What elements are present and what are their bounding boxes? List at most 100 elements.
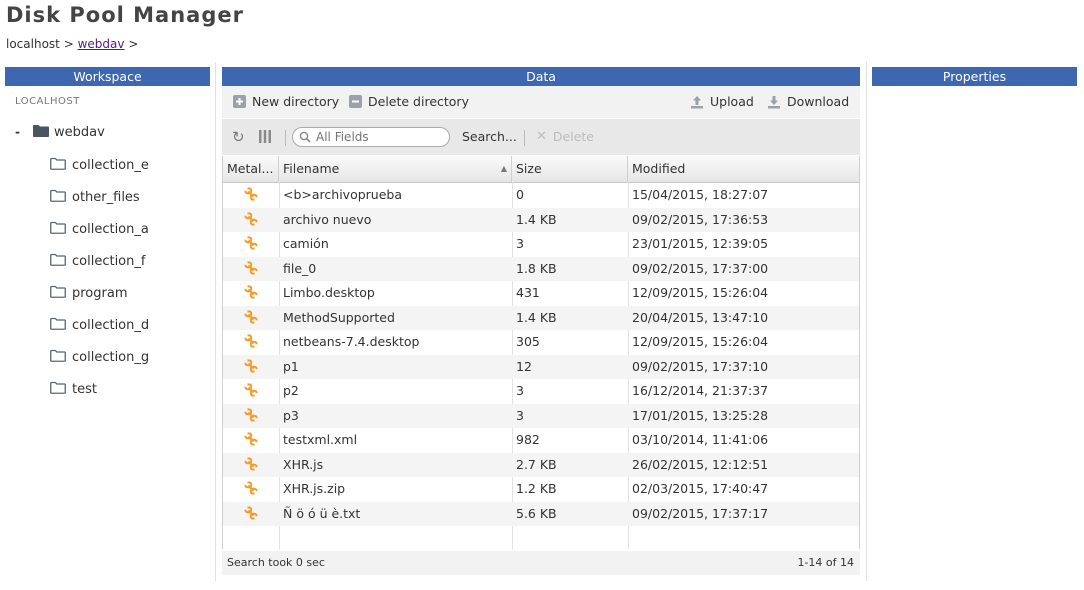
folder-outline-icon <box>50 381 66 397</box>
metadata-cell[interactable] <box>223 330 279 355</box>
table-row[interactable]: archivo nuevo 1.4 KB 09/02/2015, 17:36:53 <box>223 207 859 233</box>
size-cell: 982 <box>516 432 540 447</box>
tree-item-label: collection_a <box>72 221 149 237</box>
table-row[interactable]: camión 3 23/01/2015, 12:39:05 <box>223 232 859 257</box>
table-row[interactable]: p2 3 16/12/2014, 21:37:37 <box>223 379 859 404</box>
search-time-status: Search took 0 sec <box>227 556 325 569</box>
metadata-cell[interactable] <box>223 453 279 478</box>
upload-button[interactable]: Upload <box>690 94 754 109</box>
filename-cell: p3 <box>283 407 299 423</box>
metadata-link-icon[interactable] <box>243 260 259 279</box>
modified-cell: 15/04/2015, 18:27:07 <box>632 187 769 202</box>
metadata-cell[interactable] <box>223 257 279 282</box>
metadata-link-icon[interactable] <box>243 481 259 499</box>
metadata-cell[interactable] <box>223 306 279 331</box>
tree-item-other-files[interactable]: other_files <box>50 188 140 206</box>
size-cell: 431 <box>516 285 540 300</box>
tree-item-collection-a[interactable]: collection_a <box>50 220 149 238</box>
panel-divider[interactable] <box>866 62 867 581</box>
table-row[interactable]: MethodSupported 1.4 KB 20/04/2015, 13:47:1… <box>223 305 859 331</box>
modified-cell: 20/04/2015, 13:47:10 <box>632 309 769 325</box>
filename-cell: file_0 <box>283 260 317 276</box>
metadata-cell[interactable] <box>223 379 279 404</box>
tree-item-collection-d[interactable]: collection_d <box>50 316 149 334</box>
table-row[interactable]: p3 3 17/01/2015, 13:25:28 <box>223 403 859 429</box>
table-row[interactable]: netbeans-7.4.desktop 305 12/09/2015, 15:26… <box>223 330 859 355</box>
metadata-link-icon[interactable] <box>243 456 259 475</box>
column-header-size[interactable]: Size <box>512 156 628 182</box>
metadata-link-icon[interactable] <box>243 236 259 254</box>
metadata-cell[interactable] <box>223 428 279 453</box>
metadata-link-icon[interactable] <box>243 334 259 352</box>
metadata-cell[interactable] <box>223 281 279 306</box>
tree-item-collection-f[interactable]: collection_f <box>50 252 145 270</box>
folder-outline-icon <box>50 253 66 269</box>
new-directory-button[interactable]: New directory <box>233 94 339 109</box>
metadata-link-icon[interactable] <box>243 211 259 230</box>
workspace-panel-header: Workspace <box>5 67 210 86</box>
properties-panel-header: Properties <box>872 67 1077 86</box>
download-button[interactable]: Download <box>767 94 849 109</box>
metadata-cell[interactable] <box>223 183 279 208</box>
folder-outline-icon <box>50 189 66 205</box>
table-row[interactable]: XHR.js.zip 1.2 KB 02/03/2015, 17:40:47 <box>223 477 859 502</box>
table-row[interactable]: XHR.js 2.7 KB 26/02/2015, 12:12:51 <box>223 452 859 478</box>
metadata-link-icon[interactable] <box>243 383 259 401</box>
metadata-cell[interactable] <box>223 404 279 429</box>
table-row[interactable]: p1 12 09/02/2015, 17:37:10 <box>223 354 859 380</box>
metadata-cell[interactable] <box>223 355 279 380</box>
delete-directory-button[interactable]: Delete directory <box>349 94 469 109</box>
tree-item-label: collection_f <box>72 253 146 269</box>
metadata-link-icon[interactable] <box>243 432 259 450</box>
tree-item-program[interactable]: program <box>50 284 128 302</box>
modified-cell: 09/02/2015, 17:37:17 <box>632 505 769 521</box>
search-button[interactable]: Search... <box>462 129 517 144</box>
metadata-link-icon[interactable] <box>243 505 259 524</box>
metadata-link-icon[interactable] <box>243 187 259 205</box>
collapse-toggle[interactable]: - <box>15 125 29 139</box>
filename-cell: XHR.js.zip <box>283 481 346 496</box>
table-row[interactable]: Limbo.desktop 431 12/09/2015, 15:26:04 <box>223 281 859 306</box>
search-field[interactable] <box>292 127 450 147</box>
breadcrumb-separator: > <box>63 37 74 51</box>
filename-cell: testxml.xml <box>283 432 358 447</box>
metadata-cell[interactable] <box>223 502 279 527</box>
tree-item-test[interactable]: test <box>50 380 97 398</box>
column-header-metadata[interactable]: Metal... <box>223 156 279 182</box>
table-row[interactable]: file_0 1.8 KB 09/02/2015, 17:37:00 <box>223 256 859 282</box>
columns-icon[interactable] <box>258 130 272 146</box>
tree-root-localhost[interactable]: LOCALHOST <box>15 96 80 107</box>
metadata-cell[interactable] <box>223 232 279 257</box>
delete-directory-label: Delete directory <box>368 94 469 109</box>
tree-item-collection-g[interactable]: collection_g <box>50 348 149 366</box>
breadcrumb-host: localhost <box>6 37 60 51</box>
delete-label: Delete <box>552 129 594 144</box>
delete-button[interactable]: ✕ Delete <box>536 129 594 144</box>
metadata-cell[interactable] <box>223 477 279 502</box>
modified-cell: 09/02/2015, 17:37:10 <box>632 358 769 374</box>
modified-cell: 02/03/2015, 17:40:47 <box>632 481 769 496</box>
breadcrumb-separator: > <box>128 37 139 51</box>
size-cell: 3 <box>516 407 524 423</box>
metadata-link-icon[interactable] <box>243 407 259 426</box>
refresh-icon[interactable]: ↻ <box>232 128 245 146</box>
table-row[interactable]: Ñ ö ó ü è.txt 5.6 KB 09/02/2015, 17:37:17 <box>223 501 859 527</box>
tree-item-webdav[interactable]: - webdav <box>15 123 105 141</box>
metadata-cell[interactable] <box>223 208 279 233</box>
toolbar-separator <box>524 130 525 146</box>
table-row[interactable]: testxml.xml 982 03/10/2014, 11:41:06 <box>223 428 859 453</box>
metadata-link-icon[interactable] <box>243 285 259 303</box>
search-input[interactable] <box>314 129 446 145</box>
panel-divider[interactable] <box>215 62 216 581</box>
tree-item-collection-e[interactable]: collection_e <box>50 156 149 174</box>
column-header-filename[interactable]: Filename ▲ <box>279 156 512 182</box>
column-header-modified[interactable]: Modified <box>628 156 859 182</box>
metadata-link-icon[interactable] <box>243 309 259 328</box>
breadcrumb-link-webdav[interactable]: webdav <box>78 37 125 51</box>
status-bar: Search took 0 sec 1-14 of 14 <box>222 551 860 575</box>
table-row[interactable]: <b>archivoprueba 0 15/04/2015, 18:27:07 <box>223 183 859 208</box>
modified-cell: 23/01/2015, 12:39:05 <box>632 236 769 251</box>
modified-cell: 16/12/2014, 21:37:37 <box>632 383 769 398</box>
metadata-link-icon[interactable] <box>243 358 259 377</box>
modified-cell: 03/10/2014, 11:41:06 <box>632 432 769 447</box>
